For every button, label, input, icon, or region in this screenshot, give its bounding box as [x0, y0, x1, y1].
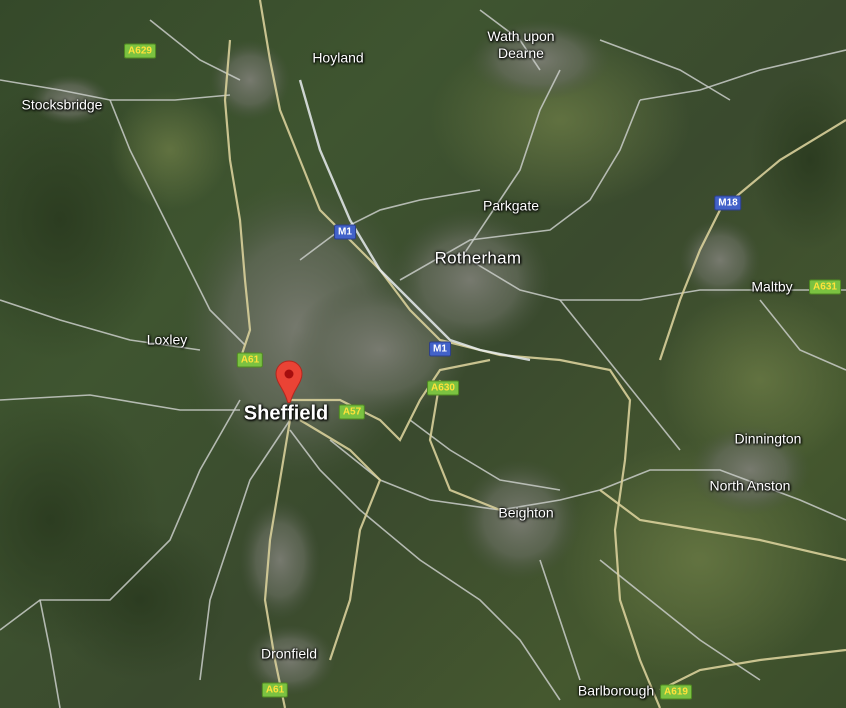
place-label-beighton[interactable]: Beighton: [498, 505, 553, 522]
road-shield-m18: M18: [714, 195, 742, 211]
road-shield-a57: A57: [338, 404, 366, 420]
place-label-rotherham[interactable]: Rotherham: [435, 250, 522, 267]
road-shield-a61-north: A61: [236, 352, 264, 368]
place-label-barlborough[interactable]: Barlborough: [578, 683, 654, 700]
map-canvas[interactable]: Hoyland Wath upon Dearne Stocksbridge Pa…: [0, 0, 846, 708]
place-label-dinnington[interactable]: Dinnington: [735, 431, 802, 448]
road-shield-m1-south: M1: [429, 341, 451, 357]
place-label-dronfield[interactable]: Dronfield: [261, 646, 317, 663]
road-shield-a619: A619: [660, 684, 692, 700]
place-label-hoyland[interactable]: Hoyland: [312, 50, 363, 67]
place-label-maltby[interactable]: Maltby: [751, 279, 792, 296]
place-label-loxley[interactable]: Loxley: [147, 332, 187, 349]
place-label-sheffield[interactable]: Sheffield: [244, 404, 328, 424]
road-shield-a630: A630: [427, 380, 459, 396]
place-label-north-anston[interactable]: North Anston: [710, 478, 791, 495]
road-shield-a61-south: A61: [261, 682, 289, 698]
road-shield-m1-north: M1: [334, 224, 356, 240]
road-shield-a629: A629: [124, 43, 156, 59]
satellite-imagery: [0, 0, 846, 708]
place-label-parkgate[interactable]: Parkgate: [483, 198, 539, 215]
place-label-stocksbridge[interactable]: Stocksbridge: [22, 97, 103, 114]
place-label-wath-upon-dearne[interactable]: Wath upon Dearne: [487, 28, 554, 62]
map-pin-icon[interactable]: [275, 360, 303, 404]
road-shield-a631: A631: [809, 279, 841, 295]
